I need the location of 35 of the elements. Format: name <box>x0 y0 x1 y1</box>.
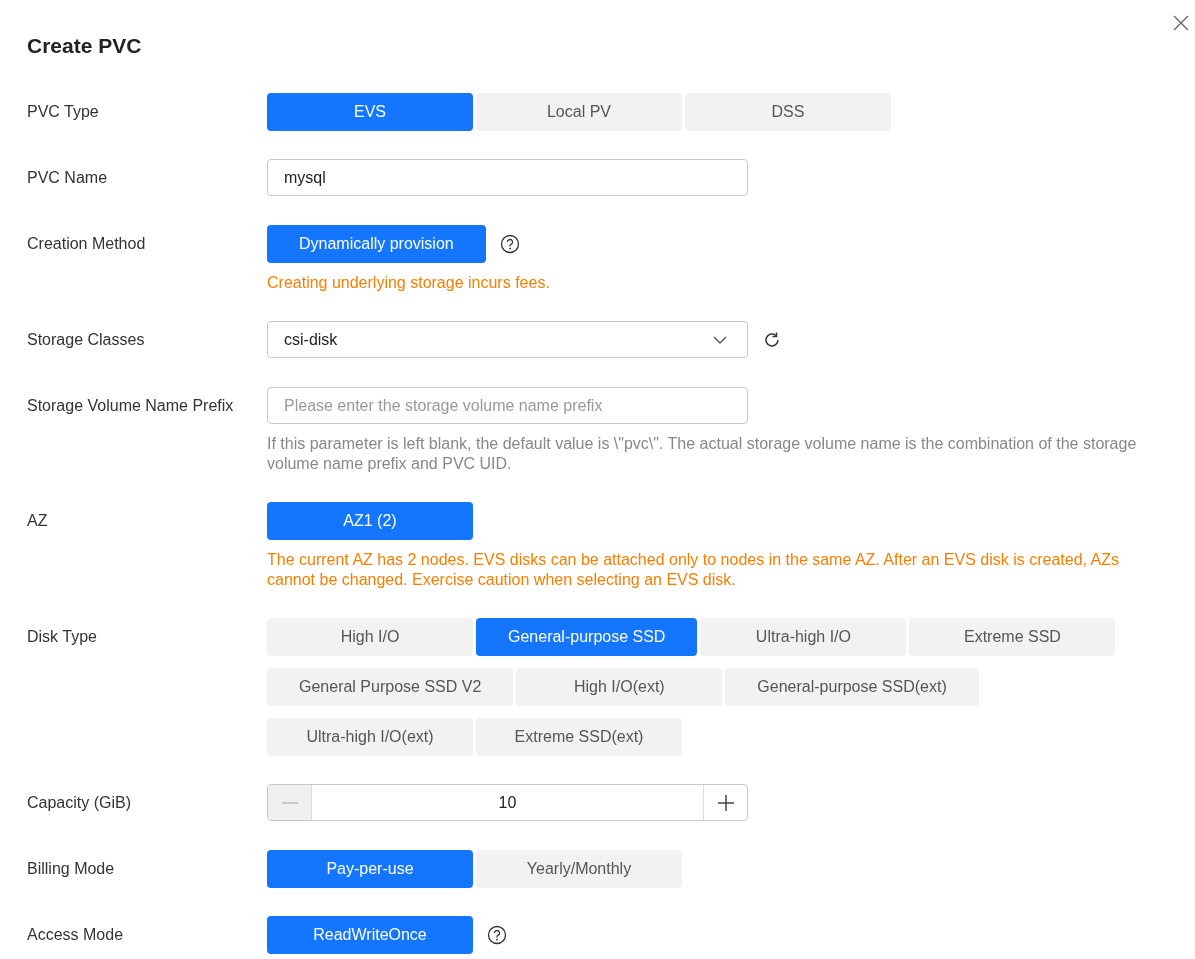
dialog-title: Create PVC <box>27 33 143 59</box>
field-label: Storage Classes <box>27 330 146 350</box>
warning-text: The current AZ has 2 nodes. EVS disks can be attached only to nodes in the same AZ. After an EVS disk is created, AZs cannot be changed. Exercise caution when selecting an EVS disk. <box>267 550 1120 590</box>
option-button[interactable]: DSS <box>685 93 891 131</box>
field-label: Billing Mode <box>27 859 116 879</box>
option-button[interactable]: General-purpose SSD(ext) <box>725 668 979 706</box>
select-field[interactable]: csi-disk <box>267 321 748 358</box>
option-button[interactable]: Pay-per-use <box>267 850 473 888</box>
text-field[interactable]: mysql <box>267 159 748 196</box>
option-button[interactable]: ReadWriteOnce <box>267 916 473 954</box>
field-label: Disk Type <box>27 627 98 647</box>
option-button[interactable]: General-purpose SSD <box>476 618 698 656</box>
option-button[interactable]: Yearly/Monthly <box>476 850 682 888</box>
text-field[interactable]: Please enter the storage volume name prefix <box>267 387 748 424</box>
option-button[interactable]: High I/O(ext) <box>516 668 723 706</box>
option-button[interactable]: Extreme SSD(ext) <box>476 718 682 756</box>
hint-text: If this parameter is left blank, the default value is \"pvc\". The actual storage volume name is the combination of the storage volume name prefix and PVC UID. <box>267 434 1138 474</box>
field-label: Access Mode <box>27 925 125 945</box>
option-button[interactable]: Ultra-high I/O(ext) <box>267 718 473 756</box>
option-button[interactable]: Extreme SSD <box>909 618 1116 656</box>
option-button[interactable]: Ultra-high I/O <box>700 618 907 656</box>
field-label: Storage Volume Name Prefix <box>27 396 235 416</box>
field-label: Creation Method <box>27 234 147 254</box>
field-label: PVC Name <box>27 168 109 188</box>
option-button[interactable]: AZ1 (2) <box>267 502 473 540</box>
option-button[interactable]: High I/O <box>267 618 473 656</box>
warning-text: Creating underlying storage incurs fees. <box>267 273 551 293</box>
number-stepper[interactable]: 10 <box>267 784 748 821</box>
option-button[interactable]: EVS <box>267 93 473 131</box>
field-label: AZ <box>27 511 49 531</box>
option-button[interactable]: Local PV <box>476 93 682 131</box>
field-label: Capacity (GiB) <box>27 793 133 813</box>
field-label: PVC Type <box>27 102 100 122</box>
option-button[interactable]: General Purpose SSD V2 <box>267 668 514 706</box>
option-button[interactable]: Dynamically provision <box>267 225 486 263</box>
